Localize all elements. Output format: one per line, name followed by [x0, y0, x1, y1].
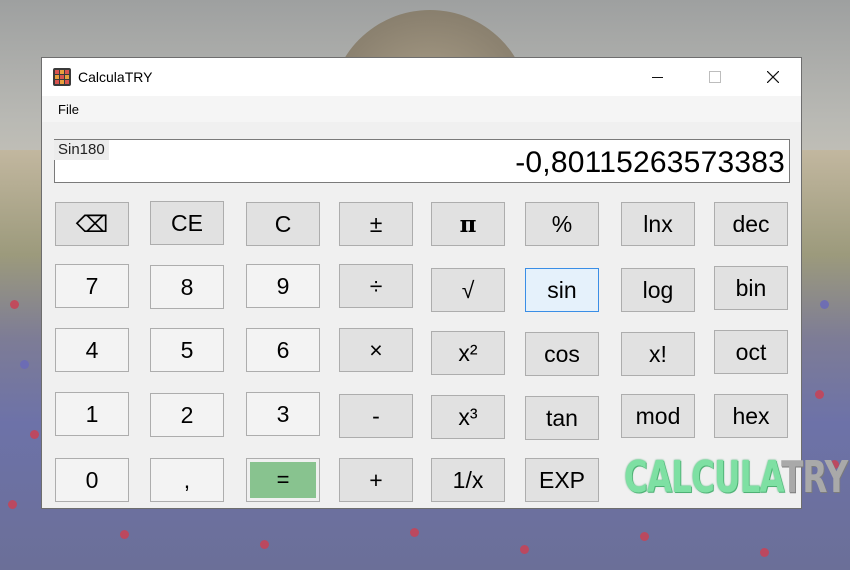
flower: [520, 545, 529, 554]
calculator-app-icon: [53, 68, 71, 86]
bin-button[interactable]: bin: [714, 266, 788, 310]
calculator-window: CalculaTRY File -0,80115263573383 Sin180…: [41, 57, 848, 509]
digit-0-button[interactable]: 0: [55, 458, 129, 502]
digit-7-button[interactable]: 7: [55, 264, 129, 308]
equals-label: =: [250, 462, 316, 498]
calculatry-logo: CALCULATRY: [624, 452, 848, 503]
digit-5-button[interactable]: 5: [150, 328, 224, 372]
digit-4-button[interactable]: 4: [55, 328, 129, 372]
tan-button[interactable]: tan: [525, 396, 599, 440]
lnx-button[interactable]: lnx: [621, 202, 695, 246]
log-button[interactable]: log: [621, 268, 695, 312]
minimize-icon: [651, 76, 663, 78]
multiply-button[interactable]: ×: [339, 328, 413, 372]
maximize-button[interactable]: [692, 58, 738, 96]
mod-button[interactable]: mod: [621, 394, 695, 438]
dec-button[interactable]: dec: [714, 202, 788, 246]
logo-part-calcula: CALCULA: [624, 452, 782, 503]
ce-button[interactable]: CE: [150, 201, 224, 245]
plus-minus-button[interactable]: ±: [339, 202, 413, 246]
maximize-icon: [709, 71, 721, 83]
comma-button[interactable]: ,: [150, 458, 224, 502]
sqrt-button[interactable]: √: [431, 268, 505, 312]
menu-bar: File: [42, 96, 801, 122]
sin-button[interactable]: sin: [525, 268, 599, 312]
flower: [10, 300, 19, 309]
menu-file[interactable]: File: [58, 102, 79, 117]
logo-part-try: TRY: [781, 452, 848, 503]
clear-button[interactable]: C: [246, 202, 320, 246]
digit-1-button[interactable]: 1: [55, 392, 129, 436]
reciprocal-button[interactable]: 1/x: [431, 458, 505, 502]
cube-button[interactable]: x³: [431, 395, 505, 439]
cos-button[interactable]: cos: [525, 332, 599, 376]
divide-button[interactable]: ÷: [339, 264, 413, 308]
digit-9-button[interactable]: 9: [246, 264, 320, 308]
hex-button[interactable]: hex: [714, 394, 788, 438]
exp-button[interactable]: EXP: [525, 458, 599, 502]
factorial-button[interactable]: x!: [621, 332, 695, 376]
backspace-icon: ⌫: [75, 210, 109, 237]
oct-button[interactable]: oct: [714, 330, 788, 374]
flower: [30, 430, 39, 439]
plus-button[interactable]: +: [339, 458, 413, 502]
flower: [120, 530, 129, 539]
expression-label: Sin180: [54, 140, 109, 160]
flower: [410, 528, 419, 537]
digit-3-button[interactable]: 3: [246, 392, 320, 436]
equals-button[interactable]: =: [246, 458, 320, 502]
digit-2-button[interactable]: 2: [150, 393, 224, 437]
window-title: CalculaTRY: [78, 69, 153, 85]
flower: [760, 548, 769, 557]
minimize-button[interactable]: [634, 58, 680, 96]
percent-button[interactable]: %: [525, 202, 599, 246]
flower: [815, 390, 824, 399]
square-button[interactable]: x²: [431, 331, 505, 375]
flower: [8, 500, 17, 509]
digit-6-button[interactable]: 6: [246, 328, 320, 372]
flower: [260, 540, 269, 549]
close-button[interactable]: [750, 58, 796, 96]
flower: [640, 532, 649, 541]
digit-8-button[interactable]: 8: [150, 265, 224, 309]
flower: [20, 360, 29, 369]
backspace-button[interactable]: ⌫: [55, 202, 129, 246]
result-value: -0,80115263573383: [515, 146, 785, 179]
minus-button[interactable]: -: [339, 394, 413, 438]
title-bar[interactable]: CalculaTRY: [42, 58, 801, 96]
close-icon: [767, 71, 779, 83]
pi-button[interactable]: π: [431, 202, 505, 246]
result-display: -0,80115263573383: [54, 139, 790, 183]
flower: [820, 300, 829, 309]
